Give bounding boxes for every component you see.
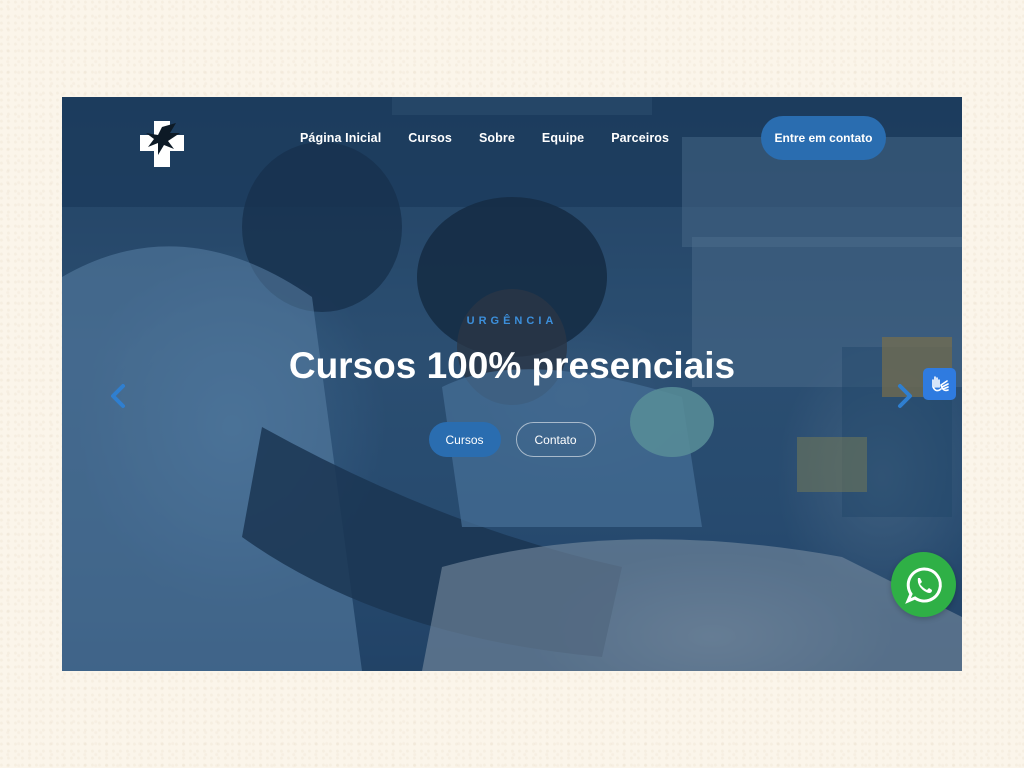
contact-button[interactable]: Contato [515,422,596,457]
contact-cta-button[interactable]: Entre em contato [761,116,886,160]
chevron-right-icon[interactable] [893,381,917,411]
chevron-left-icon[interactable] [106,381,130,411]
hero-eyebrow: URGÊNCIA [466,315,558,327]
whatsapp-icon[interactable] [891,552,956,617]
hero-actions: Cursos Contato [62,422,962,457]
nav-item-equipe[interactable]: Equipe [542,131,584,145]
hero-headline: Cursos 100% presenciais [288,345,736,386]
nav-item-pagina-inicial[interactable]: Página Inicial [300,131,381,145]
nav-item-sobre[interactable]: Sobre [479,131,515,145]
courses-button[interactable]: Cursos [428,422,501,457]
nav-item-cursos[interactable]: Cursos [408,131,452,145]
sign-language-hands-icon[interactable] [923,368,956,400]
nav-item-parceiros[interactable]: Parceiros [611,131,669,145]
hero-banner: Página Inicial Cursos Sobre Equipe Parce… [62,97,962,671]
eagle-cross-logo-icon[interactable] [140,121,184,167]
main-nav: Página Inicial Cursos Sobre Equipe Parce… [300,131,669,145]
